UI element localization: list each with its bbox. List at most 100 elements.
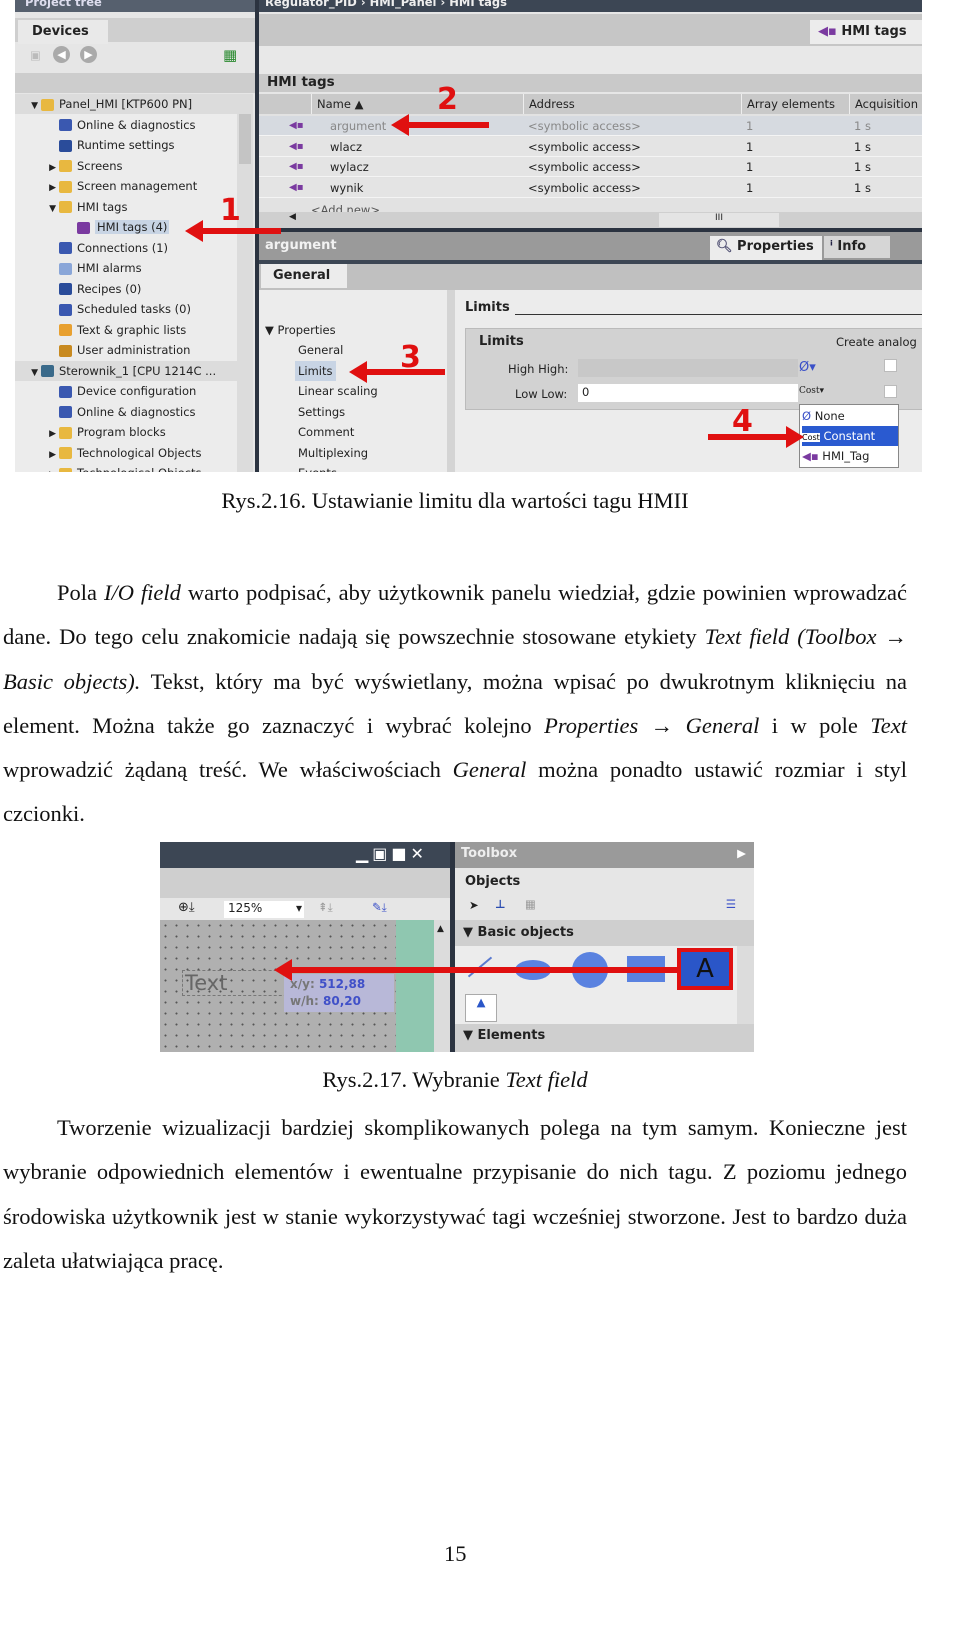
- elements-header[interactable]: ▼ Elements: [455, 1024, 754, 1052]
- dropdown-option-hmi-tag[interactable]: ◀▪ HMI_Tag: [802, 446, 898, 466]
- column-header[interactable]: Acquisition c: [849, 94, 922, 114]
- tree-item[interactable]: ▶ Technological Objects: [15, 463, 237, 472]
- properties-icon: 🔍︎: [716, 239, 733, 254]
- envelope-icon: [59, 262, 72, 275]
- folder-icon: [59, 180, 72, 193]
- expand-toggle-icon[interactable]: ▶: [15, 424, 59, 444]
- zoom-select[interactable]: 125% ▾: [224, 901, 304, 918]
- expand-toggle-icon[interactable]: ▶: [15, 445, 59, 465]
- tree-item[interactable]: Online & diagnostics: [15, 115, 237, 135]
- expand-toggle-icon[interactable]: ▶: [15, 158, 59, 178]
- create-analog-checkbox-1[interactable]: [884, 359, 897, 372]
- tree-item[interactable]: Recipes (0): [15, 279, 237, 299]
- column-header[interactable]: Address: [523, 94, 741, 114]
- table-row[interactable]: ◀▪ wynik <symbolic access> 1 1 s: [259, 177, 922, 198]
- tree-item[interactable]: ▶ Screen management: [15, 176, 237, 196]
- tree-item[interactable]: HMI alarms: [15, 258, 237, 278]
- nav-item[interactable]: Settings: [295, 402, 348, 422]
- tree-item[interactable]: Runtime settings: [15, 135, 237, 155]
- tree-scrollbar[interactable]: [237, 94, 253, 472]
- column-header[interactable]: Array elements: [741, 94, 849, 114]
- back-icon[interactable]: ◀: [53, 46, 70, 63]
- none-dropdown-icon[interactable]: Ø▾: [799, 360, 816, 375]
- text-segment: wprowadzić żądaną treść. We właściwościa…: [3, 757, 453, 783]
- table-hscrollbar[interactable]: ◀ III: [259, 212, 922, 228]
- calendar-icon: [59, 303, 72, 316]
- tree-item[interactable]: ▼ Panel_HMI [KTP600 PN]: [15, 94, 237, 114]
- nav-group-properties[interactable]: ▼ Properties: [265, 320, 336, 340]
- collapse-icon[interactable]: ▶: [737, 846, 746, 860]
- tree-item[interactable]: User administration: [15, 340, 237, 360]
- nav-item[interactable]: Limits: [295, 360, 336, 381]
- tree-item[interactable]: Device configuration: [15, 381, 237, 401]
- tree-item[interactable]: Online & diagnostics: [15, 402, 237, 422]
- dropdown-option-constant[interactable]: Cost Constant: [802, 426, 898, 446]
- tree-item[interactable]: Connections (1): [15, 238, 237, 258]
- nav-scrollbar[interactable]: [447, 290, 455, 472]
- low-low-field[interactable]: 0: [578, 384, 798, 402]
- forward-icon[interactable]: ▶: [80, 46, 97, 63]
- recipes-icon: [59, 283, 72, 295]
- nav-item[interactable]: Comment: [295, 422, 357, 442]
- expand-toggle-icon[interactable]: ▶: [15, 178, 59, 198]
- expand-toggle-icon[interactable]: ▶: [15, 465, 59, 472]
- expand-toggle-icon[interactable]: ▼: [15, 199, 59, 219]
- table-cell-name: wlacz: [330, 139, 363, 154]
- table-row[interactable]: ◀▪ argument <symbolic access> 1 1 s: [259, 116, 922, 136]
- dropdown-option-none[interactable]: Ø None: [802, 406, 898, 426]
- tree-item-label: HMI tags: [77, 199, 128, 214]
- editor-titlebar: ▁▣■✕: [160, 842, 450, 868]
- tree-item[interactable]: Text & graphic lists: [15, 320, 237, 340]
- info-icon: ⁱ: [830, 239, 833, 254]
- canvas-scrollbar[interactable]: ▲: [434, 920, 450, 1052]
- constant-dropdown-icon[interactable]: Cost▾: [799, 386, 824, 396]
- toolbox-title: Toolbox: [461, 846, 518, 861]
- table-row[interactable]: ◀▪ wylacz <symbolic access> 1 1 s: [259, 157, 922, 177]
- layer-icon[interactable]: ⇞⤓: [318, 900, 333, 915]
- general-tab[interactable]: General: [261, 264, 347, 288]
- eyedropper-icon[interactable]: ✎⤓: [372, 900, 387, 915]
- properties-tool-icon[interactable]: ▦: [525, 897, 536, 911]
- table-row[interactable]: ◀▪ wlacz <symbolic access> 1 1 s: [259, 136, 922, 157]
- devices-tab[interactable]: Devices: [18, 20, 108, 44]
- table-cell-address: <symbolic access>: [528, 160, 641, 174]
- text-segment: Pola: [57, 580, 104, 605]
- tab-properties[interactable]: 🔍︎ Properties: [710, 236, 822, 260]
- list-view-icon[interactable]: ☰: [726, 897, 736, 911]
- pointer-icon[interactable]: ➤: [469, 898, 479, 912]
- nav-item[interactable]: Multiplexing: [295, 443, 371, 463]
- text-field-tool[interactable]: A: [677, 948, 733, 990]
- expand-toggle-icon[interactable]: ▼: [15, 96, 41, 116]
- new-icon[interactable]: ▣: [30, 48, 41, 62]
- overview-icon[interactable]: ▦: [223, 46, 237, 64]
- toolbox-scrollbar[interactable]: [737, 946, 754, 1024]
- nav-item[interactable]: General: [295, 340, 346, 360]
- hmi-tags-editor-tab[interactable]: ◀▪ HMI tags: [810, 20, 922, 44]
- create-analog-checkbox-2[interactable]: [884, 385, 897, 398]
- zoom-icon[interactable]: ⊕⤓: [178, 900, 195, 915]
- column-header[interactable]: Name ▲: [311, 94, 521, 114]
- tree-item[interactable]: ▶ Program blocks: [15, 422, 237, 442]
- high-high-field[interactable]: [578, 359, 798, 377]
- tree-item-label: Sterownik_1 [CPU 1214C ...: [59, 363, 217, 378]
- expand-toggle-icon[interactable]: ▼: [15, 363, 41, 383]
- folder-icon: [59, 467, 72, 472]
- tree-item[interactable]: Scheduled tasks (0): [15, 299, 237, 319]
- stamp-icon[interactable]: ⊥: [495, 897, 506, 911]
- nav-item[interactable]: Linear scaling: [295, 381, 381, 401]
- tab-info[interactable]: ⁱ Info: [824, 236, 890, 258]
- tree-item[interactable]: ▶ Technological Objects: [15, 443, 237, 463]
- graphic-view-icon[interactable]: ▲: [465, 994, 497, 1022]
- project-tree: ▼ Panel_HMI [KTP600 PN] Online & diagnosti…: [15, 94, 237, 472]
- window-controls[interactable]: ▁▣■✕: [356, 844, 428, 863]
- basic-objects-header[interactable]: ▼ Basic objects: [455, 920, 754, 946]
- tree-item[interactable]: ▶ Screens: [15, 156, 237, 176]
- limits-section-title: Limits: [465, 300, 510, 315]
- tree-item[interactable]: ▼ HMI tags: [15, 197, 237, 217]
- table-cell-array: 1: [746, 119, 754, 133]
- tag-icon: ◀▪: [802, 449, 819, 463]
- tree-item[interactable]: HMI tags (4): [15, 217, 237, 237]
- table-cell-array: 1: [746, 160, 754, 174]
- nav-item[interactable]: Events: [295, 463, 340, 472]
- tree-item[interactable]: ▼ Sterownik_1 [CPU 1214C ...: [15, 360, 237, 383]
